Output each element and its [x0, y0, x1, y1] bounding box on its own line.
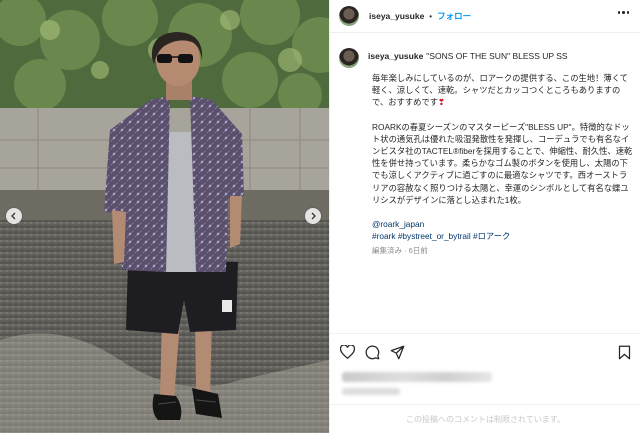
caption-title: "SONS OF THE SUN" BLESS UP SS — [426, 51, 568, 61]
caption-tags: @roark_japan #roark #bystreet_or_bytrail… — [372, 218, 634, 242]
post-date-blurred — [342, 388, 400, 395]
caption-paragraph-2: ROARKの春夏シーズンのマスターピーズ"BLESS UP"。特徴的なドット状の… — [372, 121, 633, 205]
action-bar — [330, 333, 640, 369]
paper-plane-icon[interactable] — [390, 345, 405, 360]
carousel-prev-button[interactable] — [6, 208, 22, 224]
carousel-next-button[interactable] — [305, 208, 321, 224]
caption-header: iseya_yusuke "SONS OF THE SUN" BLESS UP … — [339, 48, 635, 68]
caption-username[interactable]: iseya_yusuke — [368, 51, 423, 61]
likes-count-blurred — [342, 372, 492, 382]
post-meta: 編集済み · 6日前 — [372, 246, 428, 256]
avatar[interactable] — [339, 6, 359, 26]
comments-restricted-notice: この投稿へのコメントは制限されています。 — [330, 404, 640, 433]
post-photo[interactable] — [0, 0, 329, 433]
instagram-post-modal: iseya_yusuke • フォロー iseya_yusuke "SONS O… — [0, 0, 640, 433]
post-side-panel: iseya_yusuke • フォロー iseya_yusuke "SONS O… — [329, 0, 640, 433]
bookmark-icon[interactable] — [618, 345, 631, 360]
caption-avatar[interactable] — [339, 48, 359, 68]
chevron-right-icon — [311, 212, 316, 220]
red-heart-emoji: ❣ — [438, 97, 445, 108]
mention-link[interactable]: @roark_japan — [372, 218, 634, 230]
more-horizontal-icon[interactable] — [617, 11, 629, 14]
comment-bubble-icon[interactable] — [365, 345, 380, 360]
heart-outline-icon[interactable] — [340, 345, 355, 359]
hashtag-links[interactable]: #roark #bystreet_or_bytrail #ロアーク — [372, 230, 634, 242]
caption: iseya_yusuke "SONS OF THE SUN" BLESS UP … — [339, 48, 635, 258]
chevron-left-icon — [11, 212, 16, 220]
header-username[interactable]: iseya_yusuke — [369, 11, 424, 21]
caption-paragraph-1: 毎年楽しみにしているのが、ロアークの提供する、この生地！薄くて軽く、涼しくて、速… — [372, 72, 634, 109]
post-header: iseya_yusuke • フォロー — [330, 0, 640, 33]
follow-button[interactable]: フォロー — [437, 10, 471, 22]
separator-dot: • — [429, 11, 433, 21]
caption-body: 毎年楽しみにしているのが、ロアークの提供する、この生地！薄くて軽く、涼しくて、速… — [372, 72, 634, 258]
photo-illustration — [0, 0, 329, 433]
paragraph-1-text: 毎年楽しみにしているのが、ロアークの提供する、この生地！薄くて軽く、涼しくて、速… — [372, 73, 629, 108]
